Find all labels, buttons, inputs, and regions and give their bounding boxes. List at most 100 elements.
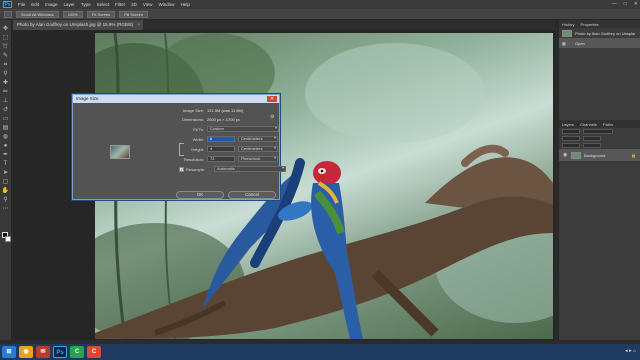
eye-icon[interactable]: ◉ (563, 152, 568, 158)
windows-start-icon[interactable]: ⊞ (2, 346, 16, 358)
system-tray[interactable]: ◂ ▸ ⌂ (625, 348, 636, 354)
windows-taskbar: ⊞ ◉ ✉ Ps C C ◂ ▸ ⌂ (0, 344, 640, 360)
menu-type[interactable]: Type (81, 2, 91, 7)
type-tool-icon[interactable]: T (2, 161, 10, 168)
document-tab-title: Photo by Alan Godfrey on Unsplash.jpg @ … (17, 22, 134, 27)
height-input[interactable]: 4 (207, 146, 235, 152)
crop-tool-icon[interactable]: ⌗ (2, 62, 10, 69)
menu-select[interactable]: Select (97, 2, 110, 7)
eyedropper-tool-icon[interactable]: ⚲ (2, 71, 10, 78)
cancel-button[interactable]: Cancel (228, 191, 276, 199)
menu-file[interactable]: File (18, 2, 25, 7)
marquee-tool-icon[interactable]: ⬚ (2, 35, 10, 42)
chrome-icon[interactable]: ◉ (19, 346, 33, 358)
edit-toolbar-icon[interactable]: ⋯ (2, 206, 10, 213)
gradient-tool-icon[interactable]: ▤ (2, 125, 10, 132)
lock-fill-row (559, 142, 640, 149)
shape-tool-icon[interactable]: ▢ (2, 179, 10, 186)
menu-help[interactable]: Help (181, 2, 190, 7)
hand-tool-icon[interactable] (4, 10, 12, 18)
document-tab-close-icon[interactable]: × (137, 20, 140, 30)
scroll-all-windows-checkbox[interactable]: Scroll All Windows (16, 10, 59, 18)
healing-brush-tool-icon[interactable]: ✚ (2, 80, 10, 87)
fit-to-select[interactable]: Custom (207, 126, 279, 132)
zoom-tool-icon[interactable]: ⚲ (2, 197, 10, 204)
resample-label: Resample: (186, 166, 206, 172)
image-size-dialog: Image Size ✕ ⚙ Image Size: 121.5M (was 1… (72, 94, 286, 200)
width-label: Width: (192, 136, 204, 142)
image-preview-thumbnail[interactable] (110, 145, 130, 159)
tab-paths[interactable]: Paths (603, 122, 613, 127)
tab-layers[interactable]: Layers (562, 122, 574, 127)
fit-screen-button[interactable]: Fit Screen (86, 10, 116, 18)
history-state-label: Open (575, 40, 585, 46)
close-button[interactable]: ✕ (634, 1, 638, 7)
history-state-open[interactable]: ▦ Open (559, 38, 640, 48)
menu-3d[interactable]: 3D (131, 2, 137, 7)
opacity-field[interactable] (583, 136, 601, 141)
height-unit-select[interactable]: Centimeters (238, 146, 278, 152)
minimize-button[interactable]: — (612, 1, 617, 7)
layer-kind-filter[interactable] (562, 129, 580, 134)
dialog-close-button[interactable]: ✕ (267, 96, 277, 102)
menu-window[interactable]: Window (159, 2, 175, 7)
history-state-icon: ▦ (562, 40, 566, 46)
history-snapshot[interactable]: Photo by Alan Godfrey on Unsplash.jpg (559, 28, 640, 38)
brush-tool-icon[interactable]: ✏ (2, 89, 10, 96)
lasso-tool-icon[interactable]: ➰ (2, 44, 10, 51)
lock-icons[interactable] (562, 143, 580, 148)
document-tab[interactable]: Photo by Alan Godfrey on Unsplash.jpg @ … (13, 20, 143, 30)
resolution-unit-select[interactable]: Pixels/Inch (238, 156, 278, 162)
photoshop-window: Ps File Edit Image Layer Type Select Fil… (0, 0, 640, 360)
dodge-tool-icon[interactable]: ● (2, 143, 10, 150)
fill-screen-button[interactable]: Fill Screen (119, 10, 149, 18)
photoshop-logo: Ps (3, 1, 12, 8)
maximize-button[interactable]: □ (624, 1, 627, 7)
document-tab-bar: Photo by Alan Godfrey on Unsplash.jpg @ … (13, 20, 555, 30)
window-controls: — □ ✕ (612, 1, 638, 7)
tab-channels[interactable]: Channels (580, 122, 597, 127)
background-color-swatch[interactable] (5, 236, 11, 242)
zoom-100-button[interactable]: 100% (62, 10, 83, 18)
dimensions-value[interactable]: 2500 px × 1700 px (207, 117, 240, 122)
width-unit-select[interactable]: Centimeters (238, 136, 278, 142)
layer-row-background[interactable]: ◉ Background 🔒 (559, 149, 640, 161)
menu-edit[interactable]: Edit (31, 2, 39, 7)
clone-stamp-tool-icon[interactable]: ⊥ (2, 98, 10, 105)
width-input[interactable]: 6 (207, 136, 235, 142)
resolution-label: Resolution: (183, 156, 204, 162)
dimensions-row: Dimensions: 2500 px × 1700 px (173, 116, 240, 122)
app-icon-green[interactable]: C (70, 346, 84, 358)
hand-tool-icon[interactable]: ✋ (2, 188, 10, 195)
history-snapshot-label: Photo by Alan Godfrey on Unsplash.jpg (575, 30, 635, 36)
dimensions-label: Dimensions: (181, 116, 204, 122)
ok-button[interactable]: OK (176, 191, 224, 199)
gear-icon[interactable]: ⚙ (270, 114, 274, 120)
resample-checkbox[interactable]: ✓ (179, 166, 184, 172)
path-select-tool-icon[interactable]: ➤ (2, 170, 10, 177)
layer-filter-icons[interactable] (583, 129, 613, 134)
menu-view[interactable]: View (143, 2, 153, 7)
eraser-tool-icon[interactable]: ▭ (2, 116, 10, 123)
quick-select-tool-icon[interactable]: ✎ (2, 53, 10, 60)
blur-tool-icon[interactable]: ◍ (2, 134, 10, 141)
tab-properties[interactable]: Properties (580, 22, 598, 27)
menu-layer[interactable]: Layer (64, 2, 75, 7)
resample-method-select[interactable]: Automatic (214, 166, 286, 172)
app-icon-c-red[interactable]: C (87, 346, 101, 358)
history-brush-tool-icon[interactable]: ↺ (2, 107, 10, 114)
fill-field[interactable] (583, 143, 601, 148)
pen-tool-icon[interactable]: ✒ (2, 152, 10, 159)
tab-history[interactable]: History (562, 22, 574, 27)
move-tool-icon[interactable]: ✥ (2, 26, 10, 33)
blend-mode-select[interactable] (562, 136, 580, 141)
menu-filter[interactable]: Filter (115, 2, 125, 7)
dialog-titlebar[interactable]: Image Size ✕ (73, 95, 279, 103)
menu-bar: Ps File Edit Image Layer Type Select Fil… (0, 0, 640, 9)
options-bar: Scroll All Windows 100% Fit Screen Fill … (0, 9, 640, 20)
resolution-input[interactable]: 72 (207, 156, 235, 162)
photoshop-icon[interactable]: Ps (53, 346, 67, 358)
image-size-value: 121.5M (was 11.9M) (207, 107, 244, 113)
menu-image[interactable]: Image (45, 2, 58, 7)
app-icon-red[interactable]: ✉ (36, 346, 50, 358)
